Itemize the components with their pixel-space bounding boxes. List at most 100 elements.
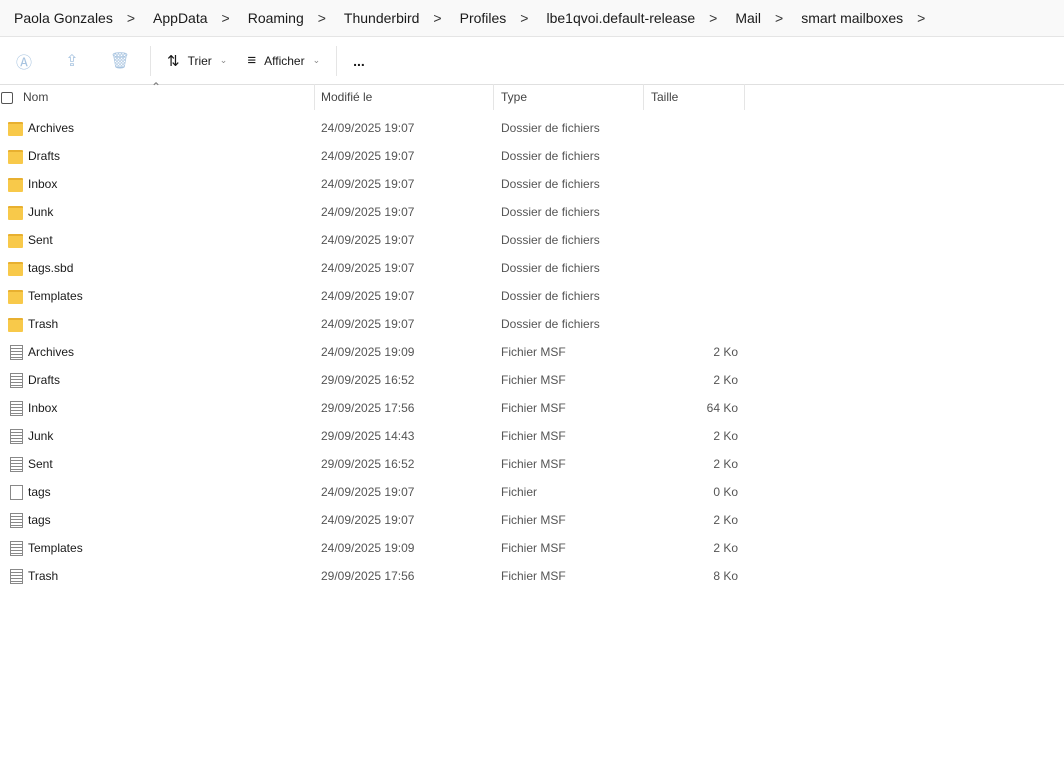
sort-button[interactable]: ⇅ Trier ⌄ [157, 52, 237, 70]
more-button[interactable]: ... [343, 53, 375, 69]
file-name: Inbox [28, 177, 58, 191]
column-modified[interactable]: Modifié le [315, 84, 494, 110]
chevron-right-icon[interactable]: > [433, 10, 441, 26]
breadcrumb-item[interactable]: lbe1qvoi.default-release [546, 10, 695, 26]
file-type: Fichier MSF [501, 569, 566, 583]
file-row[interactable]: Archives 24/09/2025 19:09 Fichier MSF 2 … [0, 338, 746, 366]
file-modified: 24/09/2025 19:07 [321, 233, 415, 247]
file-row[interactable]: Drafts 29/09/2025 16:52 Fichier MSF 2 Ko [0, 366, 746, 394]
divider [336, 45, 338, 76]
file-type: Fichier MSF [501, 401, 566, 415]
file-row[interactable]: Sent 24/09/2025 19:07 Dossier de fichier… [0, 226, 746, 254]
breadcrumb-item[interactable]: Roaming [248, 10, 304, 26]
column-type[interactable]: Type [495, 84, 644, 110]
file-modified: 29/09/2025 16:52 [321, 373, 415, 387]
file-modified: 24/09/2025 19:07 [321, 149, 415, 163]
file-name: Junk [28, 429, 54, 443]
file-name: Templates [28, 289, 83, 303]
breadcrumb-item[interactable]: Thunderbird [344, 10, 420, 26]
file-name: Sent [28, 233, 53, 247]
file-type: Dossier de fichiers [501, 261, 600, 275]
file-row[interactable]: Trash 29/09/2025 17:56 Fichier MSF 8 Ko [0, 562, 746, 590]
file-name: Sent [28, 457, 53, 471]
file-name: Archives [28, 345, 75, 359]
view-button[interactable]: ≡ Afficher ⌄ [237, 52, 330, 69]
file-size: 8 Ko [713, 569, 738, 583]
file-type: Dossier de fichiers [501, 149, 600, 163]
file-type: Fichier MSF [501, 541, 566, 555]
file-row[interactable]: Drafts 24/09/2025 19:07 Dossier de fichi… [0, 142, 746, 170]
folder-icon [8, 150, 23, 164]
chevron-right-icon[interactable]: > [318, 10, 326, 26]
file-row[interactable]: Inbox 24/09/2025 19:07 Dossier de fichie… [0, 170, 746, 198]
breadcrumb-item[interactable]: AppData [153, 10, 207, 26]
file-icon [10, 345, 23, 360]
file-row[interactable]: Archives 24/09/2025 19:07 Dossier de fic… [0, 114, 746, 142]
file-row[interactable]: Junk 29/09/2025 14:43 Fichier MSF 2 Ko [0, 422, 746, 450]
breadcrumb-item[interactable]: Profiles [460, 10, 507, 26]
file-type: Fichier [501, 485, 538, 499]
file-modified: 24/09/2025 19:09 [321, 345, 415, 359]
file-type: Dossier de fichiers [501, 121, 600, 135]
file-size: 2 Ko [713, 513, 738, 527]
file-row[interactable]: Junk 24/09/2025 19:07 Dossier de fichier… [0, 198, 746, 226]
file-row[interactable]: Trash 24/09/2025 19:07 Dossier de fichie… [0, 310, 746, 338]
file-size: 64 Ko [706, 401, 738, 415]
file-name: tags [28, 485, 51, 499]
breadcrumb: Paola Gonzales > AppData > Roaming > Thunderbi… [0, 0, 1064, 37]
file-name: Drafts [28, 149, 61, 163]
file-row[interactable]: tags 24/09/2025 19:07 Fichier 0 Ko [0, 478, 746, 506]
file-modified: 24/09/2025 19:09 [321, 541, 415, 555]
file-modified: 24/09/2025 19:07 [321, 261, 415, 275]
file-row[interactable]: Sent 29/09/2025 16:52 Fichier MSF 2 Ko [0, 450, 746, 478]
file-row[interactable]: Inbox 29/09/2025 17:56 Fichier MSF 64 Ko [0, 394, 746, 422]
file-modified: 24/09/2025 19:07 [321, 289, 415, 303]
more-icon: ... [353, 52, 365, 69]
chevron-right-icon[interactable]: > [222, 10, 230, 26]
rename-icon[interactable]: Ⓐ [0, 49, 48, 73]
breadcrumb-item[interactable]: smart mailboxes [801, 10, 903, 26]
file-size: 2 Ko [713, 457, 738, 471]
share-icon[interactable]: ⇪ [48, 51, 96, 71]
file-row[interactable]: tags.sbd 24/09/2025 19:07 Dossier de fic… [0, 254, 746, 282]
file-size: 0 Ko [713, 485, 738, 499]
file-name: Inbox [28, 401, 58, 415]
file-modified: 29/09/2025 14:43 [321, 429, 415, 443]
column-size[interactable]: Taille [645, 84, 745, 110]
chevron-right-icon[interactable]: > [917, 10, 925, 26]
folder-icon [8, 122, 23, 136]
select-all-checkbox[interactable] [1, 91, 13, 104]
chevron-right-icon[interactable]: > [520, 10, 528, 26]
file-name: tags.sbd [28, 261, 74, 275]
folder-icon [8, 290, 23, 304]
chevron-right-icon[interactable]: > [709, 10, 717, 26]
file-modified: 24/09/2025 19:07 [321, 121, 415, 135]
file-type: Dossier de fichiers [501, 205, 600, 219]
folder-icon [8, 234, 23, 248]
file-modified: 24/09/2025 19:07 [321, 317, 415, 331]
breadcrumb-item[interactable]: Mail [735, 10, 761, 26]
column-name[interactable]: Nom ⌃ [0, 80, 315, 110]
chevron-right-icon[interactable]: > [775, 10, 783, 26]
file-modified: 24/09/2025 19:07 [321, 177, 415, 191]
file-row[interactable]: Templates 24/09/2025 19:07 Dossier de fi… [0, 282, 746, 310]
chevron-right-icon[interactable]: > [127, 10, 135, 26]
file-modified: 29/09/2025 17:56 [321, 401, 415, 415]
file-icon [10, 513, 23, 528]
file-type: Fichier MSF [501, 429, 566, 443]
divider [150, 45, 151, 76]
file-row[interactable]: Templates 24/09/2025 19:09 Fichier MSF 2… [0, 534, 746, 562]
file-modified: 24/09/2025 19:07 [321, 205, 415, 219]
file-icon [10, 541, 23, 556]
file-icon [10, 429, 23, 444]
breadcrumb-item[interactable]: Paola Gonzales [14, 10, 113, 26]
file-row[interactable]: tags 24/09/2025 19:07 Fichier MSF 2 Ko [0, 506, 746, 534]
column-header: Nom ⌃ Modifié le Type Taille [0, 80, 746, 110]
folder-icon [8, 262, 23, 276]
file-modified: 29/09/2025 17:56 [321, 569, 415, 583]
file-type: Dossier de fichiers [501, 289, 600, 303]
sort-ascending-icon: ⌃ [151, 80, 162, 94]
sort-label: Trier [187, 53, 212, 68]
delete-icon[interactable]: 🗑 [96, 51, 144, 71]
file-modified: 29/09/2025 16:52 [321, 457, 415, 471]
